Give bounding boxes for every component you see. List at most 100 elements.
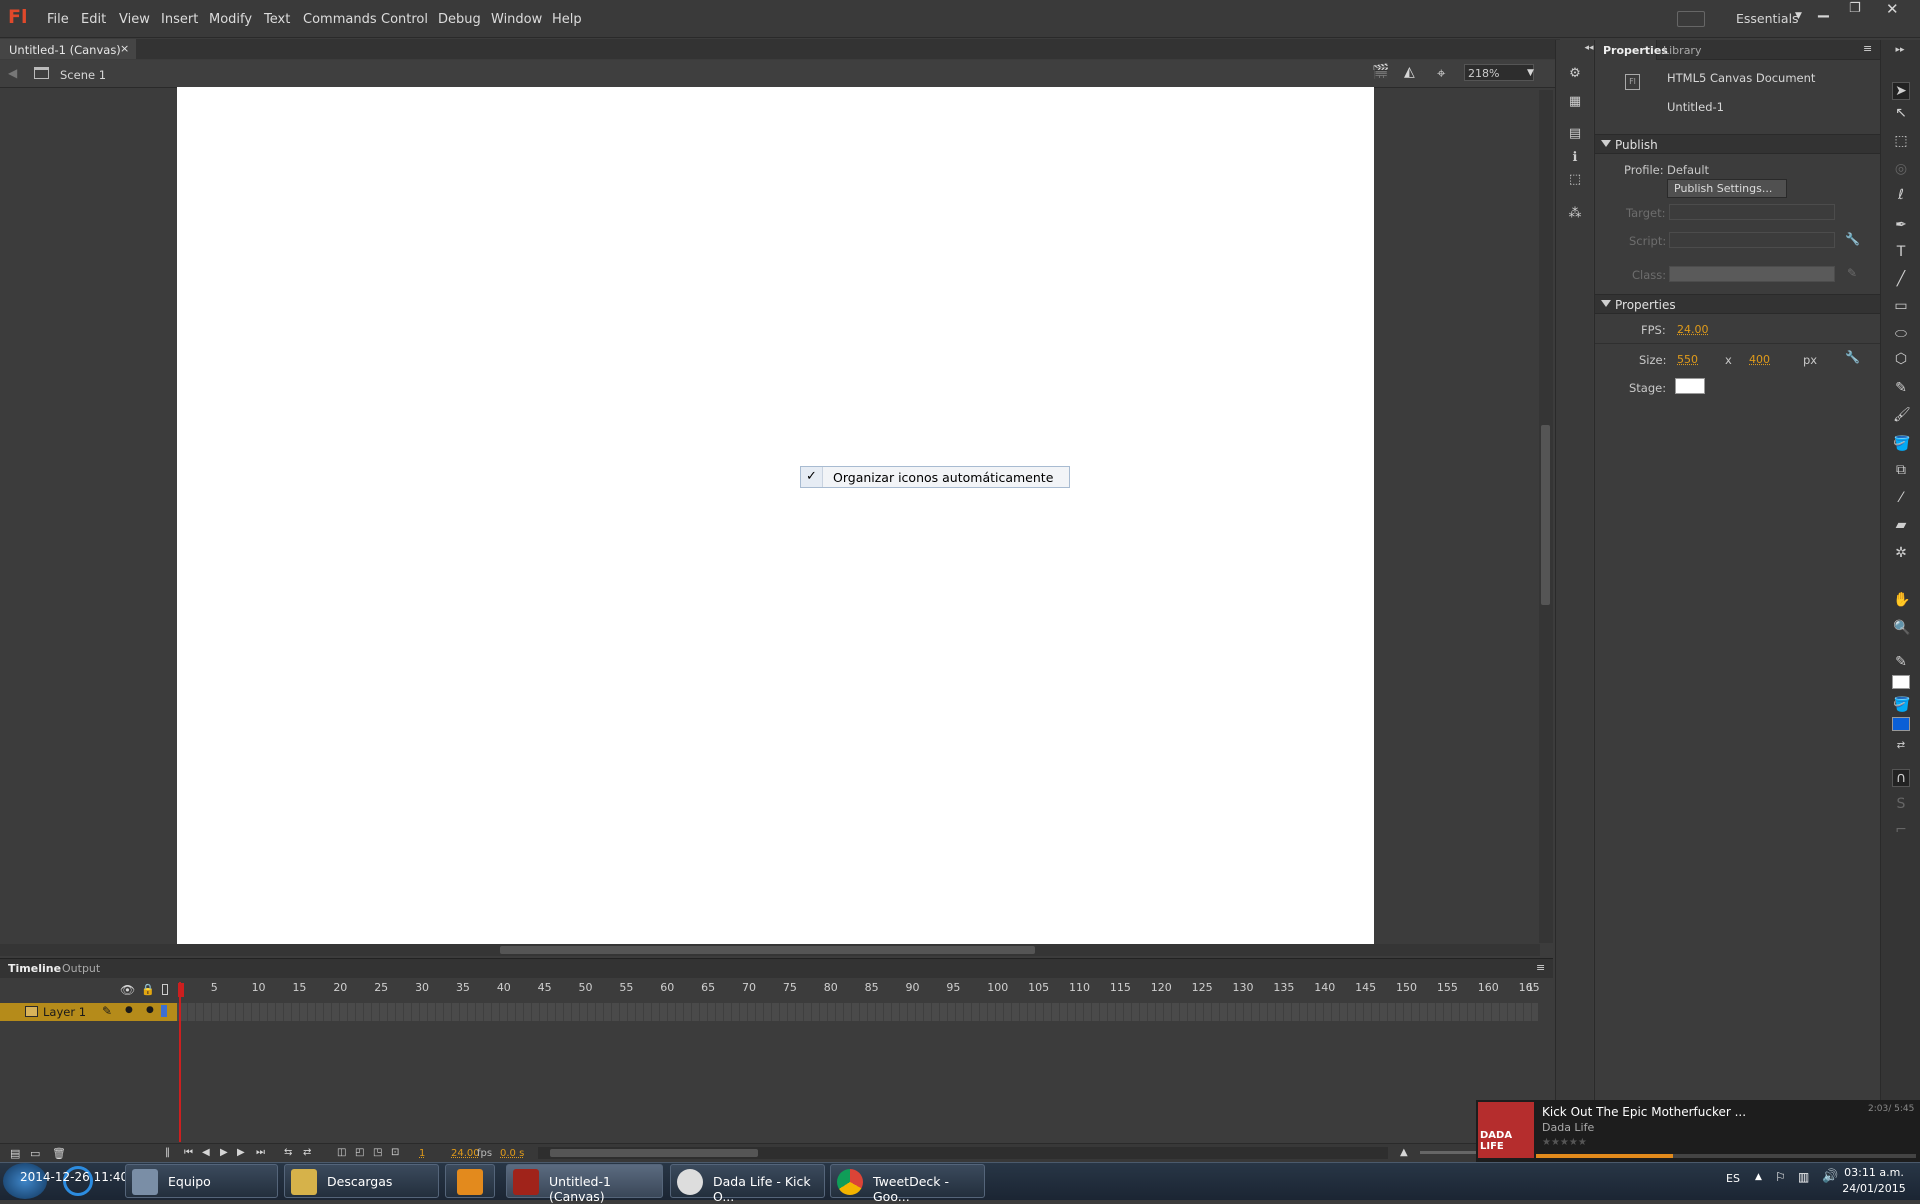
taskbar-button-equipo[interactable]: Equipo [125,1164,278,1198]
elapsed-time[interactable]: 0.0 s [500,1148,524,1159]
edit-multiple-frames-icon[interactable]: ◳ [373,1147,382,1158]
stroke-color-icon[interactable]: ✎ [1893,654,1909,670]
line-tool-icon[interactable]: ╱ [1893,271,1909,287]
align-icon[interactable]: ▦ [1567,94,1583,110]
taskbar-button-descargas[interactable]: Descargas [284,1164,439,1198]
publish-settings-button[interactable]: Publish Settings... [1667,179,1787,198]
volume-icon[interactable]: 🔊 [1822,1169,1838,1184]
menu-debug[interactable]: Debug [438,12,481,27]
play-icon[interactable]: ▶ [220,1147,228,1158]
brush-tool-icon[interactable]: 🖌 [1893,407,1911,423]
menu-text[interactable]: Text [264,12,290,27]
width-value[interactable]: 550 [1677,353,1698,366]
vertical-scrollbar[interactable] [1539,90,1553,943]
clock-date[interactable]: 24/01/2015 [1838,1182,1910,1195]
tab-timeline[interactable]: Timeline [8,962,61,975]
sync-settings-icon[interactable] [1677,11,1705,27]
stroke-color-swatch[interactable] [1892,675,1910,689]
taskbar-button-dada-life[interactable]: Dada Life - Kick O... [670,1164,825,1204]
taskbar-button-flash[interactable]: Untitled-1 (Canvas) [506,1164,663,1204]
menu-control[interactable]: Control [381,12,428,27]
tab-library[interactable]: Library [1663,44,1701,57]
info-icon[interactable]: ℹ [1567,150,1583,166]
layer-selected[interactable]: Layer 1 ✎ ● ● [0,1003,177,1021]
tab-properties[interactable]: Properties [1603,44,1668,57]
new-layer-icon[interactable]: ▤ [10,1147,20,1160]
restore-icon[interactable]: ❐ [1849,1,1861,16]
menu-help[interactable]: Help [552,12,582,27]
frame-grid[interactable] [180,1003,1538,1021]
goto-first-frame-icon[interactable]: ⏮ [184,1147,193,1158]
onion-skin-icon[interactable]: ◫ [337,1147,346,1158]
track-progress[interactable] [1536,1154,1916,1158]
tab-output[interactable]: Output [62,962,100,975]
menu-window[interactable]: Window [491,12,542,27]
visible-dot[interactable]: ● [125,1005,133,1015]
document-settings-wrench-icon[interactable]: 🔧 [1845,350,1860,364]
panel-menu-icon[interactable]: ≡ [1863,42,1872,55]
show-hidden-icons-icon[interactable]: ▲ [1755,1172,1762,1182]
show-hide-eye-icon[interactable]: 👁 [120,983,135,997]
code-snippets-icon[interactable]: ⁂ [1567,206,1583,222]
transform-icon[interactable]: ⬚ [1567,172,1583,188]
pencil-tool-icon[interactable]: ✎ [1893,380,1909,396]
step-back-icon[interactable]: ◀ [202,1147,210,1158]
current-frame[interactable]: 1 [419,1148,425,1159]
swap-colors-icon[interactable]: ⇄ [1893,738,1909,754]
menu-insert[interactable]: Insert [161,12,198,27]
horizontal-scroll-thumb[interactable] [500,946,1035,954]
panel-collapse-icon[interactable]: ‖ [165,1147,170,1158]
playhead[interactable] [179,982,181,1142]
goto-last-frame-icon[interactable]: ⏭ [256,1147,265,1158]
eyedropper-tool-icon[interactable]: ⁄ [1893,490,1909,506]
zoom-dropdown-icon[interactable]: ▼ [1527,68,1534,78]
eraser-tool-icon[interactable]: ▰ [1893,517,1909,533]
publish-section-header[interactable]: Publish [1595,134,1880,154]
paint-bucket-tool-icon[interactable]: 🪣 [1893,436,1910,452]
menu-view[interactable]: View [119,12,150,27]
minimize-icon[interactable]: ▁ [1818,2,1829,18]
vertical-scroll-thumb[interactable] [1541,425,1550,605]
3d-rotation-tool-icon[interactable]: ◎ [1893,161,1909,177]
clock-time[interactable]: 03:11 a.m. [1838,1166,1910,1179]
lock-icon[interactable]: 🔒 [141,983,155,996]
loop-icon[interactable]: ⇆ [284,1147,292,1158]
rating-stars[interactable]: ★★★★★ [1542,1137,1587,1148]
timeline-hscroll[interactable] [538,1147,1388,1159]
center-stage-icon[interactable]: ⌖ [1437,64,1445,82]
components-icon[interactable]: ▤ [1567,126,1583,142]
modify-markers-icon[interactable]: ⊡ [391,1147,399,1158]
language-indicator[interactable]: ES [1726,1172,1740,1185]
subselection-tool-icon[interactable]: ↖ [1893,105,1909,121]
rectangle-tool-icon[interactable]: ▭ [1893,298,1909,314]
menu-commands[interactable]: Commands [303,12,377,27]
lasso-tool-icon[interactable]: ℓ [1893,187,1909,203]
network-icon[interactable]: ▥ [1798,1170,1809,1184]
polystar-tool-icon[interactable]: ⬡ [1893,351,1909,367]
zoom-field[interactable]: 218% [1464,64,1534,81]
new-folder-icon[interactable]: ▭ [30,1147,40,1160]
bone-tool-icon[interactable]: ✲ [1893,545,1909,561]
close-tab-icon[interactable]: × [120,42,129,55]
edit-symbol-icon[interactable]: ◭ [1404,64,1415,80]
fill-color-icon[interactable]: 🪣 [1893,697,1910,713]
fill-color-swatch[interactable] [1892,717,1910,731]
timeline-hscroll-thumb[interactable] [550,1149,758,1157]
straighten-icon[interactable]: ⌐ [1893,822,1909,838]
taskbar-button-media[interactable] [445,1164,495,1198]
document-tab[interactable]: Untitled-1 (Canvas) × [0,39,136,59]
height-value[interactable]: 400 [1749,353,1770,366]
frame-ruler[interactable]: 1510152025303540455055606570758085909510… [178,981,1540,999]
workspace-switcher[interactable]: Essentials [1736,11,1799,26]
center-frame-icon[interactable]: ⇄ [303,1147,311,1158]
workspace-dropdown-icon[interactable]: ▼ [1795,11,1802,21]
action-center-icon[interactable]: ⚐ [1775,1170,1786,1184]
selection-tool-icon[interactable]: ➤ [1892,82,1910,100]
text-tool-icon[interactable]: T [1893,244,1909,260]
hand-tool-icon[interactable]: ✋ [1893,592,1910,608]
close-window-icon[interactable]: ✕ [1886,0,1899,18]
fps-value[interactable]: 24.00 [1677,323,1709,336]
zoom-tool-icon[interactable]: 🔍 [1893,620,1910,636]
menu-file[interactable]: File [47,12,69,27]
edit-scene-icon[interactable]: 🎬 [1372,64,1389,80]
